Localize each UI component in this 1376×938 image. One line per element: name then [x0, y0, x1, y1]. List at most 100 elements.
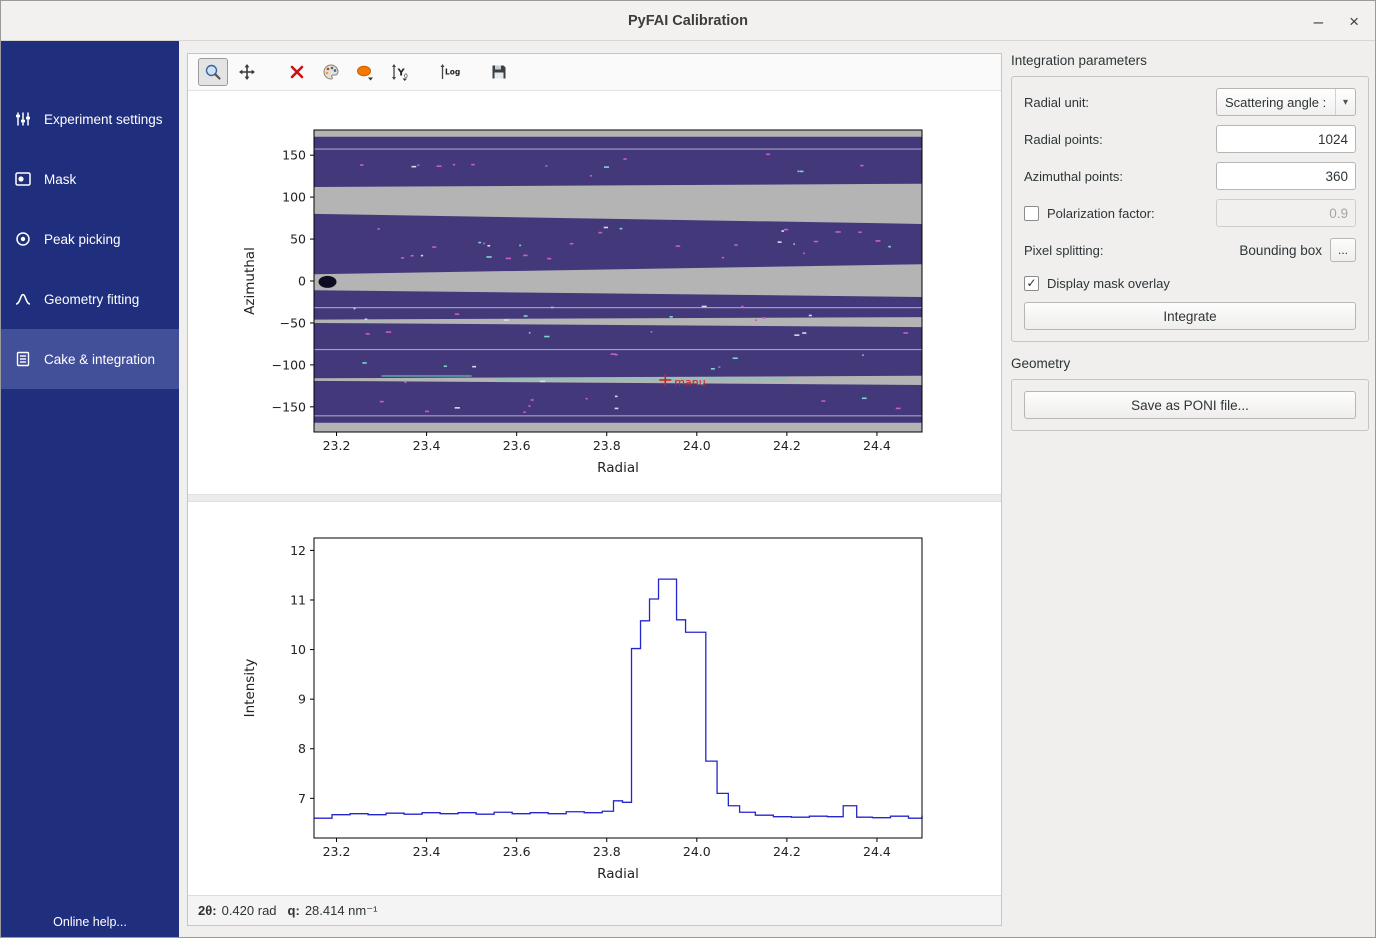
svg-text:23.2: 23.2: [323, 438, 351, 453]
svg-text:24.4: 24.4: [863, 844, 891, 859]
sidebar-item-label: Peak picking: [44, 232, 121, 247]
svg-text:150: 150: [282, 148, 306, 163]
log-scale-button[interactable]: Log: [434, 58, 464, 86]
radial-points-input[interactable]: 1024: [1216, 125, 1356, 153]
svg-text:24.4: 24.4: [863, 438, 891, 453]
plot-splitter[interactable]: [188, 494, 1001, 502]
minimize-button[interactable]: –: [1314, 13, 1323, 30]
cake-plot-area: manu23.223.423.623.824.024.224.4−150−100…: [188, 91, 1001, 494]
integration-parameters-group: Radial unit: Scattering angle : ▾ Radial…: [1011, 76, 1369, 342]
svg-text:Log: Log: [445, 68, 460, 77]
svg-text:−50: −50: [280, 315, 306, 330]
radial-unit-row: Radial unit: Scattering angle : ▾: [1024, 88, 1356, 116]
polarization-checkbox[interactable]: [1024, 206, 1039, 221]
mask-overlay-row: ✓ Display mask overlay: [1024, 273, 1356, 293]
sidebar-item-cake-integration[interactable]: Cake & integration: [1, 329, 179, 389]
radial-unit-select[interactable]: Scattering angle : ▾: [1216, 88, 1356, 116]
svg-text:23.8: 23.8: [593, 438, 621, 453]
zoom-button[interactable]: [198, 58, 228, 86]
mask-image-icon: [14, 170, 32, 188]
integrate-row: Integrate: [1024, 302, 1356, 330]
cake-heatmap-plot[interactable]: manu23.223.423.623.824.024.224.4−150−100…: [188, 91, 1001, 491]
svg-text:24.0: 24.0: [683, 438, 711, 453]
sidebar-item-mask[interactable]: Mask: [1, 149, 179, 209]
orange-ellipse-icon: [355, 62, 375, 82]
plot-statusbar: 2θ: 0.420 rad q: 28.414 nm⁻¹: [188, 895, 1001, 925]
polarization-input: 0.9: [1216, 199, 1356, 227]
mask-overlay-checkbox[interactable]: ✓: [1024, 276, 1039, 291]
pixel-splitting-row: Pixel splitting: Bounding box ...: [1024, 236, 1356, 264]
pan-button[interactable]: [232, 58, 262, 86]
palette-icon: [321, 62, 341, 82]
peak-curve-icon: [14, 290, 32, 308]
pixel-splitting-more-button[interactable]: ...: [1330, 238, 1356, 262]
svg-text:12: 12: [290, 543, 306, 558]
integrate-button[interactable]: Integrate: [1024, 302, 1356, 330]
radial-unit-label: Radial unit:: [1024, 95, 1089, 110]
pan-icon: [237, 62, 257, 82]
mask-overlay-label: Display mask overlay: [1047, 276, 1170, 291]
polarization-label: Polarization factor:: [1047, 206, 1155, 221]
azimuthal-points-input[interactable]: 360: [1216, 162, 1356, 190]
azimuthal-points-label: Azimuthal points:: [1024, 169, 1123, 184]
svg-text:Radial: Radial: [597, 866, 639, 882]
chevron-down-icon: ▾: [1335, 89, 1355, 115]
log-scale-icon: Log: [438, 62, 460, 82]
sidebar-item-geometry-fitting[interactable]: Geometry fitting: [1, 269, 179, 329]
svg-text:Intensity: Intensity: [242, 659, 258, 718]
save-poni-button[interactable]: Save as PONI file...: [1024, 391, 1356, 419]
svg-text:23.6: 23.6: [503, 438, 531, 453]
sidebar-item-peak-picking[interactable]: Peak picking: [1, 209, 179, 269]
svg-text:24.2: 24.2: [773, 438, 801, 453]
polarization-row: Polarization factor: 0.9: [1024, 199, 1356, 227]
online-help-link[interactable]: Online help...: [1, 915, 179, 929]
sliders-icon: [14, 110, 32, 128]
mask-roi-button[interactable]: [350, 58, 380, 86]
sidebar: Experiment settings Mask Peak picking: [1, 41, 179, 937]
colormap-button[interactable]: [316, 58, 346, 86]
radial-points-row: Radial points: 1024: [1024, 125, 1356, 153]
close-button[interactable]: ×: [1349, 13, 1359, 30]
save-button[interactable]: [484, 58, 514, 86]
sidebar-nav: Experiment settings Mask Peak picking: [1, 41, 179, 389]
window-title: PyFAI Calibration: [628, 13, 748, 29]
sidebar-item-label: Mask: [44, 172, 76, 187]
two-theta-value: 0.420 rad: [222, 903, 277, 918]
svg-text:11: 11: [290, 592, 306, 607]
target-icon: [14, 230, 32, 248]
yaxis-direction-button[interactable]: Y 0: [384, 58, 414, 86]
geometry-title: Geometry: [1011, 356, 1369, 371]
svg-text:24.0: 24.0: [683, 844, 711, 859]
sidebar-item-experiment-settings[interactable]: Experiment settings: [1, 89, 179, 149]
svg-text:0: 0: [298, 274, 306, 289]
plot-panel: Y 0 Log manu 23.2 23.4 23.6 23.8 24.0 24.2 24.4…: [187, 53, 1002, 926]
svg-text:100: 100: [282, 190, 306, 205]
radial-points-label: Radial points:: [1024, 132, 1103, 147]
intensity-line-plot[interactable]: 23.223.423.623.824.024.224.4789101112Rad…: [188, 502, 1001, 900]
svg-text:23.4: 23.4: [413, 844, 441, 859]
svg-text:Radial: Radial: [597, 460, 639, 476]
azimuthal-points-row: Azimuthal points: 360: [1024, 162, 1356, 190]
y-axis-icon: Y 0: [389, 62, 409, 82]
zoom-icon: [203, 62, 223, 82]
titlebar: PyFAI Calibration – ×: [1, 1, 1375, 41]
svg-text:23.8: 23.8: [593, 844, 621, 859]
svg-text:23.4: 23.4: [413, 438, 441, 453]
crosshair-button[interactable]: [282, 58, 312, 86]
svg-text:10: 10: [290, 642, 306, 657]
sidebar-item-label: Cake & integration: [44, 352, 155, 367]
svg-text:manu: manu: [674, 376, 705, 389]
svg-text:−150: −150: [272, 399, 306, 414]
save-floppy-icon: [489, 62, 509, 82]
geometry-group: Save as PONI file...: [1011, 379, 1369, 431]
plot-toolbar: Y 0 Log: [188, 54, 1001, 91]
svg-text:8: 8: [298, 741, 306, 756]
integration-parameters-title: Integration parameters: [1011, 53, 1369, 68]
svg-text:23.2: 23.2: [323, 844, 351, 859]
two-theta-label: 2θ:: [198, 903, 217, 918]
pixel-splitting-value: Bounding box: [1239, 243, 1322, 258]
integration-plot-area: 23.223.423.623.824.024.224.4789101112Rad…: [188, 502, 1001, 895]
sidebar-item-label: Experiment settings: [44, 112, 163, 127]
svg-text:9: 9: [298, 692, 306, 707]
svg-text:24.2: 24.2: [773, 844, 801, 859]
